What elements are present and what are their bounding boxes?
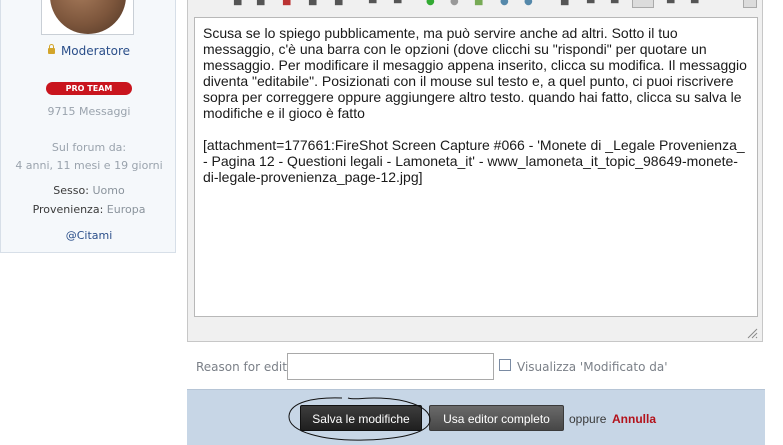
cancel-link[interactable]: Annulla — [612, 412, 656, 426]
align-justify-icon[interactable] — [632, 0, 654, 8]
underline-icon[interactable]: ■ — [282, 0, 291, 7]
strike-icon[interactable]: ■ — [308, 0, 317, 7]
unlink-icon[interactable]: ● — [450, 0, 459, 7]
or-text: oppure — [569, 412, 607, 426]
pro-team-badge: PRO TEAM — [46, 82, 132, 95]
origin-label: Provenienza: — [32, 203, 104, 216]
bold-icon[interactable]: ■ — [233, 0, 242, 7]
sex-value: Uomo — [92, 184, 125, 197]
user-role: Moderatore — [1, 44, 177, 58]
quote-icon[interactable]: ● — [524, 0, 533, 7]
full-editor-button[interactable]: Usa editor completo — [429, 405, 564, 431]
emoticon-icon[interactable]: ● — [500, 0, 509, 7]
origin-value: Europa — [106, 203, 146, 216]
avatar[interactable] — [41, 0, 134, 35]
sex-label: Sesso: — [53, 184, 89, 197]
member-since-value: 4 anni, 11 mesi e 19 giorni — [15, 159, 163, 172]
message-count: 9715 Messaggi — [47, 105, 131, 118]
align-right-icon[interactable]: ▬ — [666, 0, 675, 7]
show-edited-by-label: Visualizza 'Modificato da' — [517, 360, 668, 374]
resize-grip-icon[interactable] — [746, 327, 758, 339]
link-icon[interactable]: ● — [426, 0, 435, 7]
align-left-icon[interactable]: ▬ — [586, 0, 595, 7]
bullet-list-icon[interactable]: ▬ — [368, 0, 377, 7]
toolbar-scroll-icon[interactable] — [743, 0, 757, 8]
show-edited-by-checkbox[interactable] — [499, 359, 511, 371]
member-since-label: Sul forum da: — [51, 141, 127, 154]
user-info-panel: Moderatore PRO TEAM 9715 Messaggi Sul fo… — [0, 0, 176, 253]
reason-label: Reason for edit: — [196, 360, 291, 374]
italic-icon[interactable]: ■ — [256, 0, 265, 7]
coin-image — [50, 0, 126, 34]
code-icon[interactable]: ■ — [560, 0, 569, 7]
lock-icon — [47, 44, 55, 54]
number-list-icon[interactable]: ▬ — [393, 0, 402, 7]
origin-field: Provenienza: Europa — [1, 203, 177, 216]
post-editor: ■ ■ ■ ■ ■ ▬ ▬ ● ● ■ ● ● ■ ▬ ▬ ▬ ▬ Scusa … — [187, 0, 763, 342]
subscript-icon[interactable]: ■ — [334, 0, 343, 7]
post-textarea[interactable]: Scusa se lo spiego pubblicamente, ma può… — [194, 17, 758, 317]
image-icon[interactable]: ■ — [474, 0, 483, 7]
role-label: Moderatore — [60, 44, 131, 58]
editor-toolbar: ■ ■ ■ ■ ■ ▬ ▬ ● ● ■ ● ● ■ ▬ ▬ ▬ ▬ — [188, 0, 762, 8]
indent-icon[interactable]: ▬ — [690, 0, 699, 7]
cite-user-link[interactable]: @Citami — [1, 229, 177, 242]
sex-field: Sesso: Uomo — [1, 184, 177, 197]
save-changes-button[interactable]: Salva le modifiche — [300, 405, 422, 431]
reason-input[interactable] — [287, 353, 494, 380]
align-center-icon[interactable]: ▬ — [610, 0, 619, 7]
